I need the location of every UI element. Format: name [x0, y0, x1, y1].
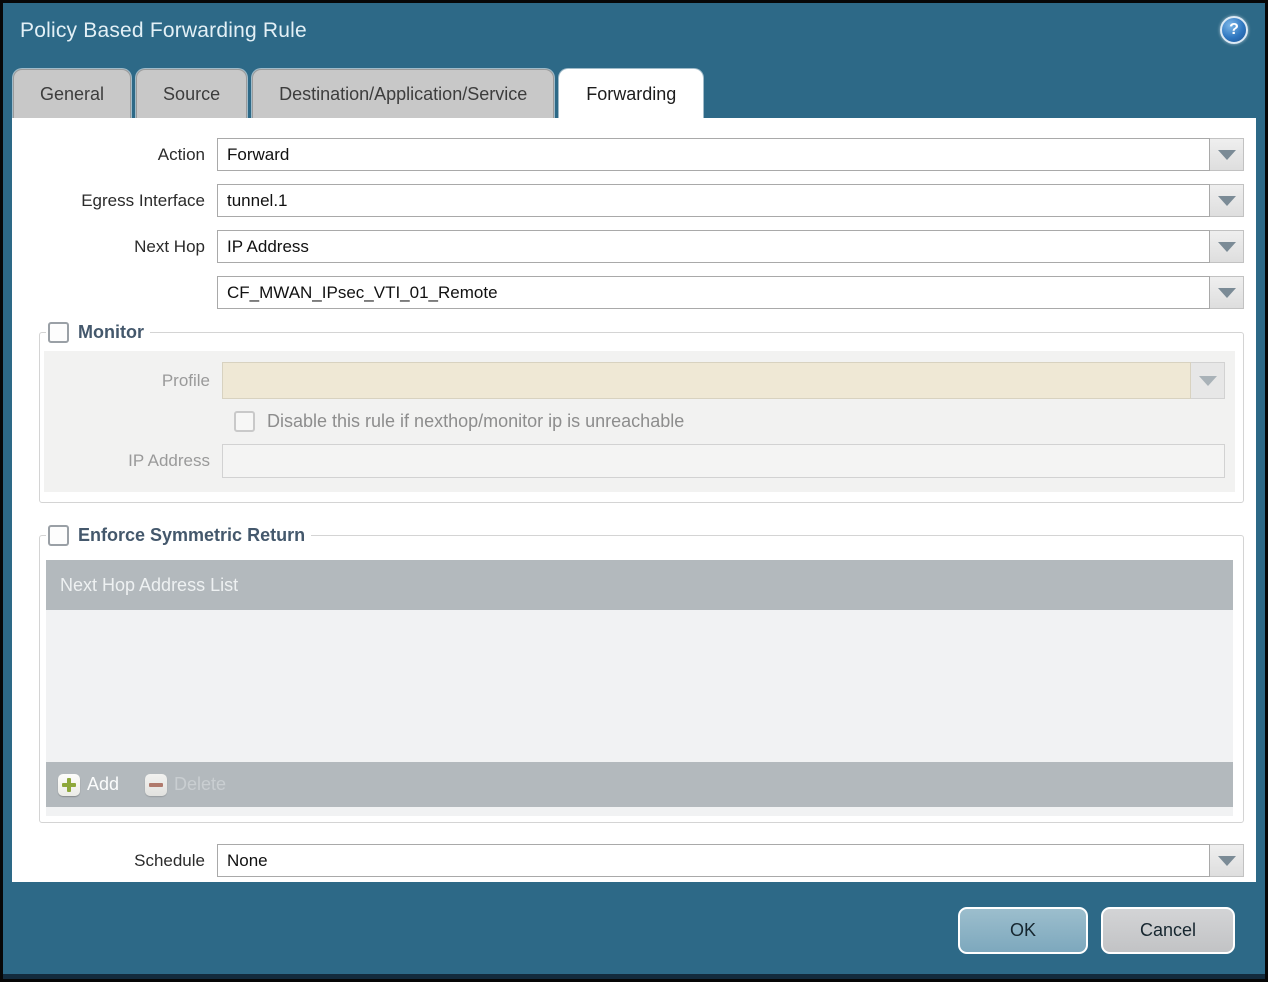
tab-destination-application-service[interactable]: Destination/Application/Service	[252, 69, 555, 118]
monitor-fieldset: Monitor Profile Disable this rule if nex…	[39, 322, 1244, 503]
disable-rule-label: Disable this rule if nexthop/monitor ip …	[267, 411, 685, 431]
next-hop-address-list-table: Next Hop Address List Add Delete	[46, 560, 1233, 816]
chevron-down-icon	[1217, 241, 1236, 252]
enforce-symmetric-return-legend: Enforce Symmetric Return	[46, 525, 311, 546]
next-hop-address-select[interactable]: CF_MWAN_IPsec_VTI_01_Remote	[217, 276, 1210, 309]
tab-general[interactable]: General	[13, 69, 132, 118]
tab-forwarding-label: Forwarding	[586, 83, 677, 104]
dialog-footer: OK Cancel	[3, 882, 1265, 979]
monitor-legend: Monitor	[46, 322, 150, 343]
table-bottom-strip	[46, 807, 1233, 816]
help-glyph: ?	[1229, 21, 1239, 38]
tab-destination-label: Destination/Application/Service	[279, 83, 528, 104]
minus-icon	[145, 773, 168, 796]
disable-rule-row: Disable this rule if nexthop/monitor ip …	[234, 411, 1235, 432]
monitor-ip-address-row: IP Address	[44, 444, 1235, 478]
disable-rule-checkbox[interactable]	[234, 411, 255, 432]
tab-source[interactable]: Source	[136, 69, 248, 118]
cancel-button[interactable]: Cancel	[1101, 907, 1235, 954]
next-hop-row: Next Hop IP Address	[12, 230, 1244, 263]
action-select[interactable]: Forward	[217, 138, 1210, 171]
dialog-title: Policy Based Forwarding Rule	[20, 18, 307, 42]
next-hop-type-select[interactable]: IP Address	[217, 230, 1210, 263]
help-icon[interactable]: ?	[1220, 16, 1248, 44]
egress-interface-dropdown-button[interactable]	[1210, 184, 1244, 217]
schedule-select[interactable]: None	[217, 844, 1210, 877]
schedule-label: Schedule	[134, 850, 205, 870]
next-hop-address-list-body[interactable]	[46, 610, 1233, 762]
egress-interface-label: Egress Interface	[81, 190, 205, 210]
tab-source-label: Source	[163, 83, 221, 104]
forwarding-tab-panel: Action Forward Egress Interface tunnel.1…	[12, 118, 1256, 882]
action-label: Action	[157, 144, 205, 164]
delete-button[interactable]: Delete	[145, 773, 227, 796]
profile-select[interactable]	[222, 362, 1191, 399]
enforce-symmetric-return-checkbox[interactable]	[48, 525, 69, 546]
enforce-symmetric-return-fieldset: Enforce Symmetric Return Next Hop Addres…	[39, 525, 1244, 823]
next-hop-address-list-toolbar: Add Delete	[46, 762, 1233, 807]
add-button[interactable]: Add	[58, 773, 120, 796]
dialog-title-bar: Policy Based Forwarding Rule ?	[3, 3, 1265, 58]
policy-based-forwarding-dialog: Policy Based Forwarding Rule ? General S…	[0, 0, 1268, 982]
egress-interface-select[interactable]: tunnel.1	[217, 184, 1210, 217]
chevron-down-icon	[1217, 149, 1236, 160]
profile-dropdown-button[interactable]	[1191, 362, 1225, 399]
ok-button[interactable]: OK	[958, 907, 1088, 954]
monitor-checkbox[interactable]	[48, 322, 69, 343]
delete-button-label: Delete	[174, 774, 227, 794]
monitor-body: Profile Disable this rule if nexthop/mon…	[44, 351, 1235, 492]
chevron-down-icon	[1217, 195, 1236, 206]
chevron-down-icon	[1217, 855, 1236, 866]
plus-icon	[58, 773, 80, 796]
next-hop-dropdown-button[interactable]	[1210, 230, 1244, 263]
monitor-legend-label: Monitor	[78, 322, 144, 342]
next-hop-address-dropdown-button[interactable]	[1210, 276, 1244, 309]
egress-interface-row: Egress Interface tunnel.1	[12, 184, 1244, 217]
next-hop-address-row: CF_MWAN_IPsec_VTI_01_Remote	[12, 276, 1244, 309]
profile-row: Profile	[44, 362, 1235, 399]
add-button-label: Add	[87, 774, 120, 794]
tab-bar: General Source Destination/Application/S…	[3, 58, 1265, 118]
schedule-row: Schedule None	[12, 844, 1244, 877]
profile-label: Profile	[161, 370, 210, 390]
action-dropdown-button[interactable]	[1210, 138, 1244, 171]
schedule-dropdown-button[interactable]	[1210, 844, 1244, 877]
action-row: Action Forward	[12, 138, 1244, 171]
monitor-ip-address-input[interactable]	[222, 444, 1225, 478]
tab-general-label: General	[40, 83, 105, 104]
chevron-down-icon	[1217, 287, 1236, 298]
tab-forwarding[interactable]: Forwarding	[559, 69, 704, 118]
enforce-symmetric-return-label: Enforce Symmetric Return	[78, 525, 306, 545]
next-hop-label: Next Hop	[134, 236, 205, 256]
monitor-ip-address-label: IP Address	[128, 451, 210, 470]
next-hop-address-list-header: Next Hop Address List	[46, 560, 1233, 610]
chevron-down-icon	[1198, 375, 1217, 386]
